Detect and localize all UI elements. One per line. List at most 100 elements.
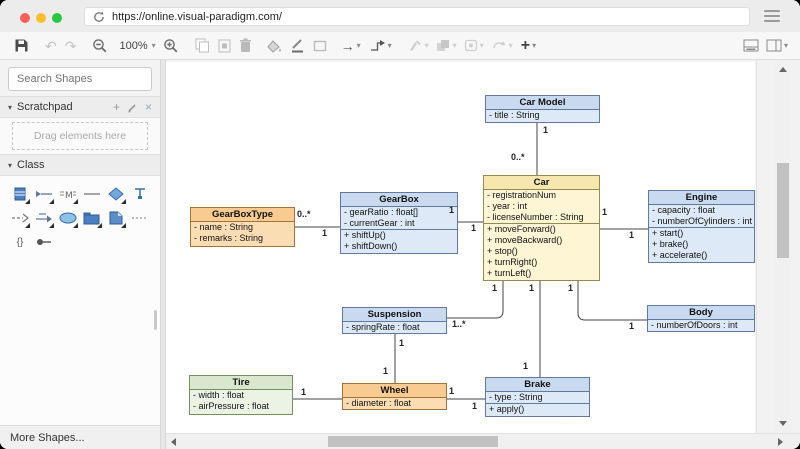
- scratchpad-edit-icon[interactable]: [127, 102, 138, 113]
- palette-constraint-icon[interactable]: {}: [8, 230, 32, 254]
- minimize-window-button[interactable]: [36, 13, 46, 23]
- delete-button[interactable]: [239, 34, 252, 58]
- align-shape-button[interactable]: ▾: [464, 34, 484, 58]
- trash-icon: [239, 38, 251, 52]
- class-gearboxtype[interactable]: GearBoxType - name : String - remarks : …: [190, 207, 295, 247]
- diagram-canvas[interactable]: Car Model - title : String Car - registr…: [166, 62, 755, 433]
- class-title: Engine: [649, 191, 754, 205]
- shape-style-button[interactable]: [313, 34, 327, 58]
- palette-ellipse-icon[interactable]: [56, 206, 80, 230]
- palette-directed-association-icon[interactable]: [32, 206, 56, 230]
- multiplicity-label: 1: [471, 223, 477, 233]
- class-title: Suspension: [343, 308, 446, 322]
- url-bar[interactable]: https://online.visual-paradigm.com/: [84, 7, 750, 26]
- line-color-button[interactable]: [290, 34, 305, 58]
- class-tire[interactable]: Tire - width : float - airPressure : flo…: [189, 375, 293, 415]
- more-shapes-button[interactable]: More Shapes...: [0, 425, 160, 449]
- multiplicity-label: 1: [301, 387, 307, 397]
- toggle-format-panel-button[interactable]: [743, 34, 759, 58]
- zoom-level-dropdown[interactable]: 100% ▾: [115, 34, 155, 58]
- zoom-window-button[interactable]: [52, 13, 62, 23]
- class-attribute: - capacity : float: [652, 205, 716, 215]
- scratchpad-close-icon[interactable]: ×: [145, 101, 152, 113]
- bring-forward-button[interactable]: ▾: [436, 34, 457, 58]
- chevron-down-icon: ▾: [424, 41, 429, 50]
- chevron-down-icon: ▾: [151, 41, 156, 50]
- dropzone-hint: Drag elements here: [33, 130, 127, 142]
- scroll-left-icon[interactable]: [171, 438, 176, 446]
- palette-package-icon[interactable]: [80, 206, 104, 230]
- zoom-in-button[interactable]: [163, 34, 179, 58]
- palette-line-icon[interactable]: [80, 182, 104, 206]
- paste-button[interactable]: [218, 34, 231, 58]
- horizontal-scrollbar-thumb[interactable]: [328, 436, 498, 447]
- multiplicity-label: 0..*: [511, 152, 525, 162]
- zoom-in-icon: [163, 38, 178, 52]
- palette-association-class-icon[interactable]: M: [56, 182, 80, 206]
- format-painter-icon: [409, 40, 421, 51]
- multiplicity-label: 1..*: [452, 319, 466, 329]
- scratchpad-dropzone[interactable]: Drag elements here: [12, 122, 148, 150]
- class-operation: + shiftUp(): [344, 230, 386, 240]
- fill-color-icon: [266, 39, 281, 53]
- class-suspension[interactable]: Suspension - springRate : float: [342, 307, 447, 334]
- close-window-button[interactable]: [20, 13, 30, 23]
- palette-pin-icon[interactable]: [32, 230, 56, 254]
- palette-diamond-icon[interactable]: [104, 182, 128, 206]
- multiplicity-label: 1: [568, 283, 574, 293]
- class-title: Car Model: [486, 96, 599, 110]
- class-car-model[interactable]: Car Model - title : String: [485, 95, 600, 123]
- refresh-icon[interactable]: [93, 10, 105, 23]
- search-input[interactable]: [9, 73, 159, 85]
- scroll-right-icon[interactable]: [778, 438, 783, 446]
- vertical-scrollbar-track[interactable]: [775, 60, 791, 433]
- multiplicity-label: 1: [449, 205, 455, 215]
- insert-shape-dropdown[interactable]: + ▾: [521, 34, 536, 58]
- rotate-shape-button[interactable]: ▾: [491, 34, 513, 58]
- format-painter-button[interactable]: ▾: [408, 34, 429, 58]
- palette-dependency-icon[interactable]: [8, 206, 32, 230]
- copy-button[interactable]: [195, 34, 210, 58]
- connector-style-dropdown[interactable]: ▾: [369, 34, 392, 58]
- class-car[interactable]: Car - registrationNum - year : int - lic…: [483, 175, 600, 281]
- browser-menu-icon[interactable]: [764, 10, 780, 22]
- class-attribute: - numberOfCylinders : int: [652, 216, 753, 226]
- class-attribute: - springRate : float: [346, 322, 420, 332]
- fill-color-button[interactable]: [266, 34, 282, 58]
- palette-dashed-line-icon[interactable]: [128, 206, 152, 230]
- class-brake[interactable]: Brake - type : String + apply(): [485, 377, 590, 417]
- scratchpad-section-header[interactable]: ▾ Scratchpad + ×: [0, 96, 160, 118]
- palette-note-icon[interactable]: [104, 206, 128, 230]
- scroll-up-icon[interactable]: [779, 67, 787, 72]
- palette-aggregation-icon[interactable]: [32, 182, 56, 206]
- scroll-down-icon[interactable]: [779, 421, 787, 426]
- undo-button[interactable]: ↶: [45, 34, 57, 58]
- palette-class-icon[interactable]: [8, 182, 32, 206]
- align-shape-icon: [464, 39, 477, 52]
- redo-button[interactable]: ↷: [65, 34, 77, 58]
- format-panel-icon: [743, 39, 759, 52]
- sidebar-scrollbar-thumb[interactable]: [154, 310, 157, 330]
- arrow-style-dropdown[interactable]: → ▾: [341, 34, 361, 58]
- class-body[interactable]: Body - numberOfDoors : int: [647, 305, 755, 332]
- scratchpad-title: Scratchpad: [17, 101, 73, 113]
- chevron-down-icon: ▾: [479, 41, 484, 50]
- toggle-layout-panel-button[interactable]: ▾: [766, 34, 788, 58]
- zoom-out-button[interactable]: [92, 34, 108, 58]
- horizontal-scrollbar[interactable]: [166, 433, 800, 449]
- scratchpad-add-icon[interactable]: +: [113, 101, 120, 113]
- palette-containment-icon[interactable]: [128, 182, 152, 206]
- class-engine[interactable]: Engine - capacity : float - numberOfCyli…: [648, 190, 755, 263]
- vertical-scrollbar-thumb[interactable]: [777, 163, 789, 258]
- chevron-down-icon: ▾: [8, 102, 13, 112]
- class-title: GearBox: [341, 193, 457, 207]
- search-shapes-box[interactable]: [8, 67, 159, 91]
- arrow-right-icon: →: [340, 37, 355, 54]
- chevron-down-icon: ▾: [356, 41, 361, 50]
- class-section-header[interactable]: ▾ Class: [0, 154, 160, 176]
- multiplicity-label: 1: [602, 207, 608, 217]
- class-gearbox[interactable]: GearBox - gearRatio : float[] - currentG…: [340, 192, 458, 254]
- chevron-down-icon: ▾: [452, 41, 457, 50]
- save-button[interactable]: [14, 34, 29, 58]
- class-wheel[interactable]: Wheel - diameter : float: [342, 383, 447, 410]
